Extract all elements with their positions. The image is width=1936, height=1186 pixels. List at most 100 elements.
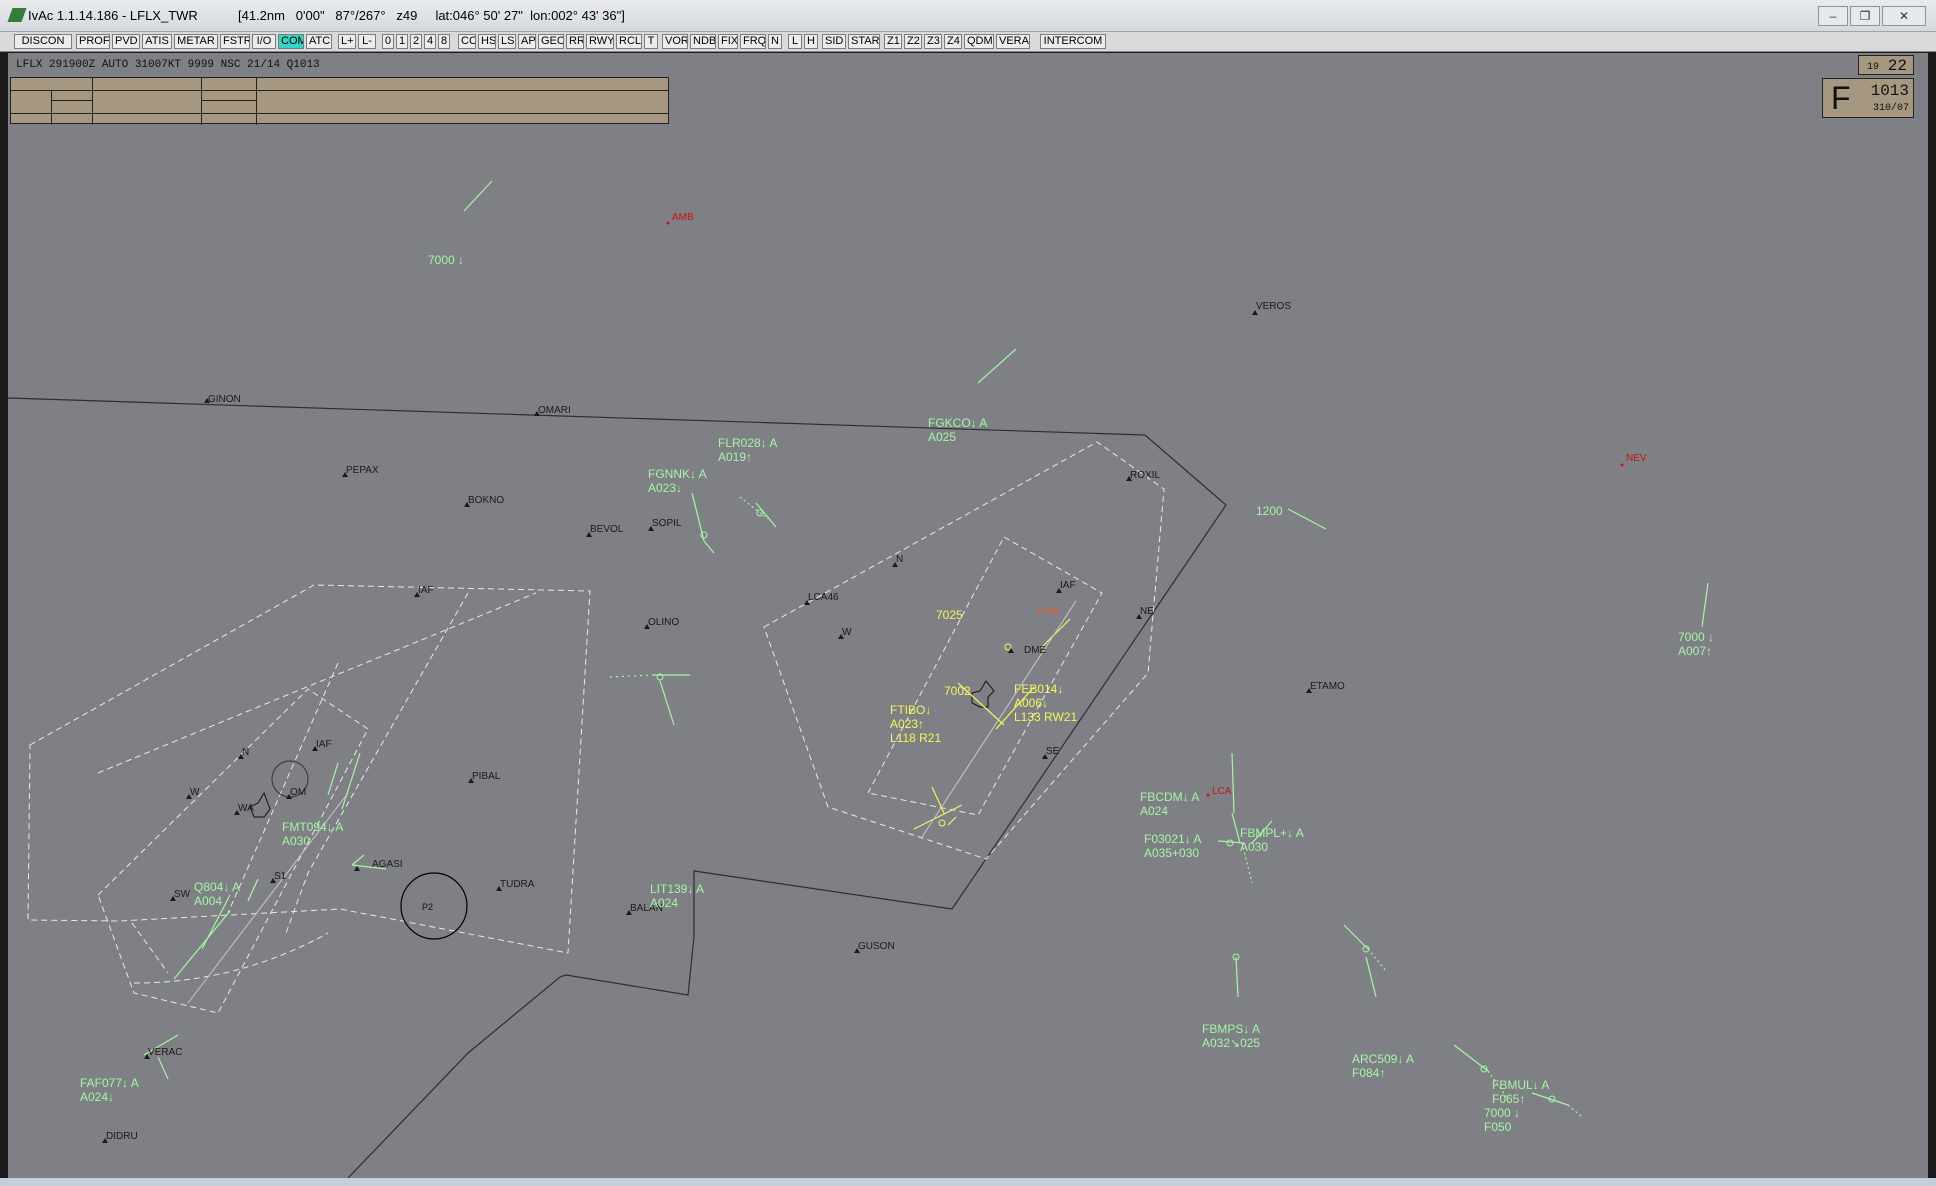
fix-label: N	[242, 747, 249, 758]
geo-button[interactable]: GEO	[538, 34, 564, 49]
assumed-tag: A023↑	[890, 717, 924, 731]
ndb-button[interactable]: NDB	[690, 34, 716, 49]
vera-button[interactable]: VERA	[996, 34, 1030, 49]
aircraft-tag: FMT094↓ A	[282, 820, 343, 834]
taskbar	[0, 1178, 1936, 1186]
fix-button[interactable]: FIX	[718, 34, 738, 49]
com-button[interactable]: COM	[278, 34, 304, 49]
title-bar: IvAc 1.1.14.186 - LFLX_TWR [41.2nm 0'00"…	[0, 0, 1936, 32]
io-button[interactable]: I/O	[252, 34, 276, 49]
aircraft-tag: FBMPL+↓ A	[1240, 826, 1304, 840]
aircraft-tag: 7000 ↓	[1678, 630, 1714, 644]
fix-label: N	[896, 554, 903, 565]
aircraft-vectors	[143, 180, 1709, 1118]
ap-button[interactable]: AP	[518, 34, 536, 49]
z2-button[interactable]: Z2	[904, 34, 922, 49]
aircraft-tag: FGKCO↓ A	[928, 416, 987, 430]
assumed-tag: L133 RW21	[1014, 710, 1077, 724]
fix-label: SOPIL	[652, 518, 682, 529]
hs-button[interactable]: HS	[478, 34, 496, 49]
metar-button[interactable]: METAR	[174, 34, 218, 49]
aircraft-tag: A024	[650, 896, 678, 910]
rr-button[interactable]: RR	[566, 34, 584, 49]
fix-label: OM	[290, 787, 306, 798]
assumed-tag: A006↓	[1014, 696, 1048, 710]
assumed-tag: L118 R21	[890, 731, 941, 745]
fix-label: VERAC	[148, 1047, 182, 1058]
close-button[interactable]: ✕	[1882, 6, 1926, 26]
atis-button[interactable]: ATIS	[142, 34, 172, 49]
fix-label: PEPAX	[346, 465, 379, 476]
aircraft-tag: FBMUL↓ A	[1492, 1078, 1549, 1092]
n-button[interactable]: N	[768, 34, 782, 49]
discon-button[interactable]: DISCON	[14, 34, 72, 49]
label-plus-button[interactable]: L+	[338, 34, 356, 49]
rwy-button[interactable]: RWY	[586, 34, 614, 49]
cc-button[interactable]: CC	[458, 34, 476, 49]
atc-button[interactable]: ATC	[306, 34, 332, 49]
aircraft-tag: A024↓	[80, 1090, 114, 1104]
aircraft-tag: FBCDM↓ A	[1140, 790, 1199, 804]
fix-label: DME	[1024, 645, 1047, 656]
sid-button[interactable]: SID	[822, 34, 846, 49]
qdm-button[interactable]: QDM	[964, 34, 994, 49]
aircraft-tag: FLR028↓ A	[718, 436, 777, 450]
fix-label: TUDRA	[500, 879, 535, 890]
z1-button[interactable]: Z1	[884, 34, 902, 49]
runway-centerlines	[187, 600, 1077, 1004]
assumed-vectors	[913, 618, 1071, 830]
star-button[interactable]: STAR	[848, 34, 880, 49]
z3-button[interactable]: Z3	[924, 34, 942, 49]
frq-button[interactable]: FRQ	[740, 34, 766, 49]
maximize-button[interactable]: ❐	[1850, 6, 1880, 26]
fix-label: IAF	[1060, 580, 1076, 591]
pvd-button[interactable]: PVD	[112, 34, 140, 49]
radar-scope[interactable]: LFLX 291900Z AUTO 31007KT 9999 NSC 21/14…	[8, 53, 1928, 1178]
minimize-button[interactable]: –	[1818, 6, 1848, 26]
range-0-button[interactable]: 0	[382, 34, 394, 49]
fix-label-alert: LCA	[1212, 786, 1232, 797]
toolbar: DISCON PROF PVD ATIS METAR FSTR I/O COM …	[0, 32, 1936, 52]
aircraft-tag: A023↓	[648, 481, 682, 495]
aircraft-tag: 1200	[1256, 504, 1283, 518]
aircraft-markers	[656, 509, 1556, 1103]
aircraft-tag: FAF077↓ A	[80, 1076, 139, 1090]
range-2-button[interactable]: 2	[410, 34, 422, 49]
aircraft-tag: LIT139↓ A	[650, 882, 704, 896]
fix-label: ETAMO	[1310, 681, 1345, 692]
label-minus-button[interactable]: L-	[358, 34, 376, 49]
aircraft-tag: ARC509↓ A	[1352, 1052, 1414, 1066]
aircraft-tag: F050	[1484, 1120, 1512, 1134]
prof-button[interactable]: PROF	[76, 34, 110, 49]
ls-button[interactable]: LS	[498, 34, 516, 49]
fix-label: PIBAL	[472, 771, 501, 782]
range-4-button[interactable]: 4	[424, 34, 436, 49]
app-icon	[7, 8, 27, 22]
range-8-button[interactable]: 8	[438, 34, 450, 49]
aircraft-tag: FGNNK↓ A	[648, 467, 707, 481]
rcl-button[interactable]: RCL	[616, 34, 642, 49]
fix-label: SW	[174, 889, 191, 900]
radar-map: P2 GINON OMARI PEPAX BOKNO BEVOL SOPIL I…	[8, 180, 1714, 1178]
aircraft-tag: A019↑	[718, 450, 752, 464]
t-button[interactable]: T	[644, 34, 658, 49]
prohibited-zone-circle	[400, 872, 468, 940]
fix-label: LCA46	[808, 592, 839, 603]
vor-button[interactable]: VOR	[662, 34, 688, 49]
fix-label-alert: AMB	[672, 212, 694, 223]
fstr-button[interactable]: FSTR	[220, 34, 250, 49]
fix-label-ctr: CTR	[1038, 607, 1059, 618]
h-button[interactable]: H	[804, 34, 818, 49]
aircraft-tag: FBMPS↓ A	[1202, 1022, 1260, 1036]
z4-button[interactable]: Z4	[944, 34, 962, 49]
aircraft-tag: A025	[928, 430, 956, 444]
intercom-button[interactable]: INTERCOM	[1040, 34, 1106, 49]
range-1-button[interactable]: 1	[396, 34, 408, 49]
window-title: IvAc 1.1.14.186 - LFLX_TWR	[28, 8, 198, 23]
aircraft-tag: F065↑	[1492, 1092, 1525, 1106]
l-button[interactable]: L	[788, 34, 802, 49]
aircraft-tag: A004	[194, 894, 222, 908]
fix-label: GINON	[208, 394, 241, 405]
fix-label: BOKNO	[468, 495, 504, 506]
aircraft-tag: A032↘025	[1202, 1036, 1260, 1050]
